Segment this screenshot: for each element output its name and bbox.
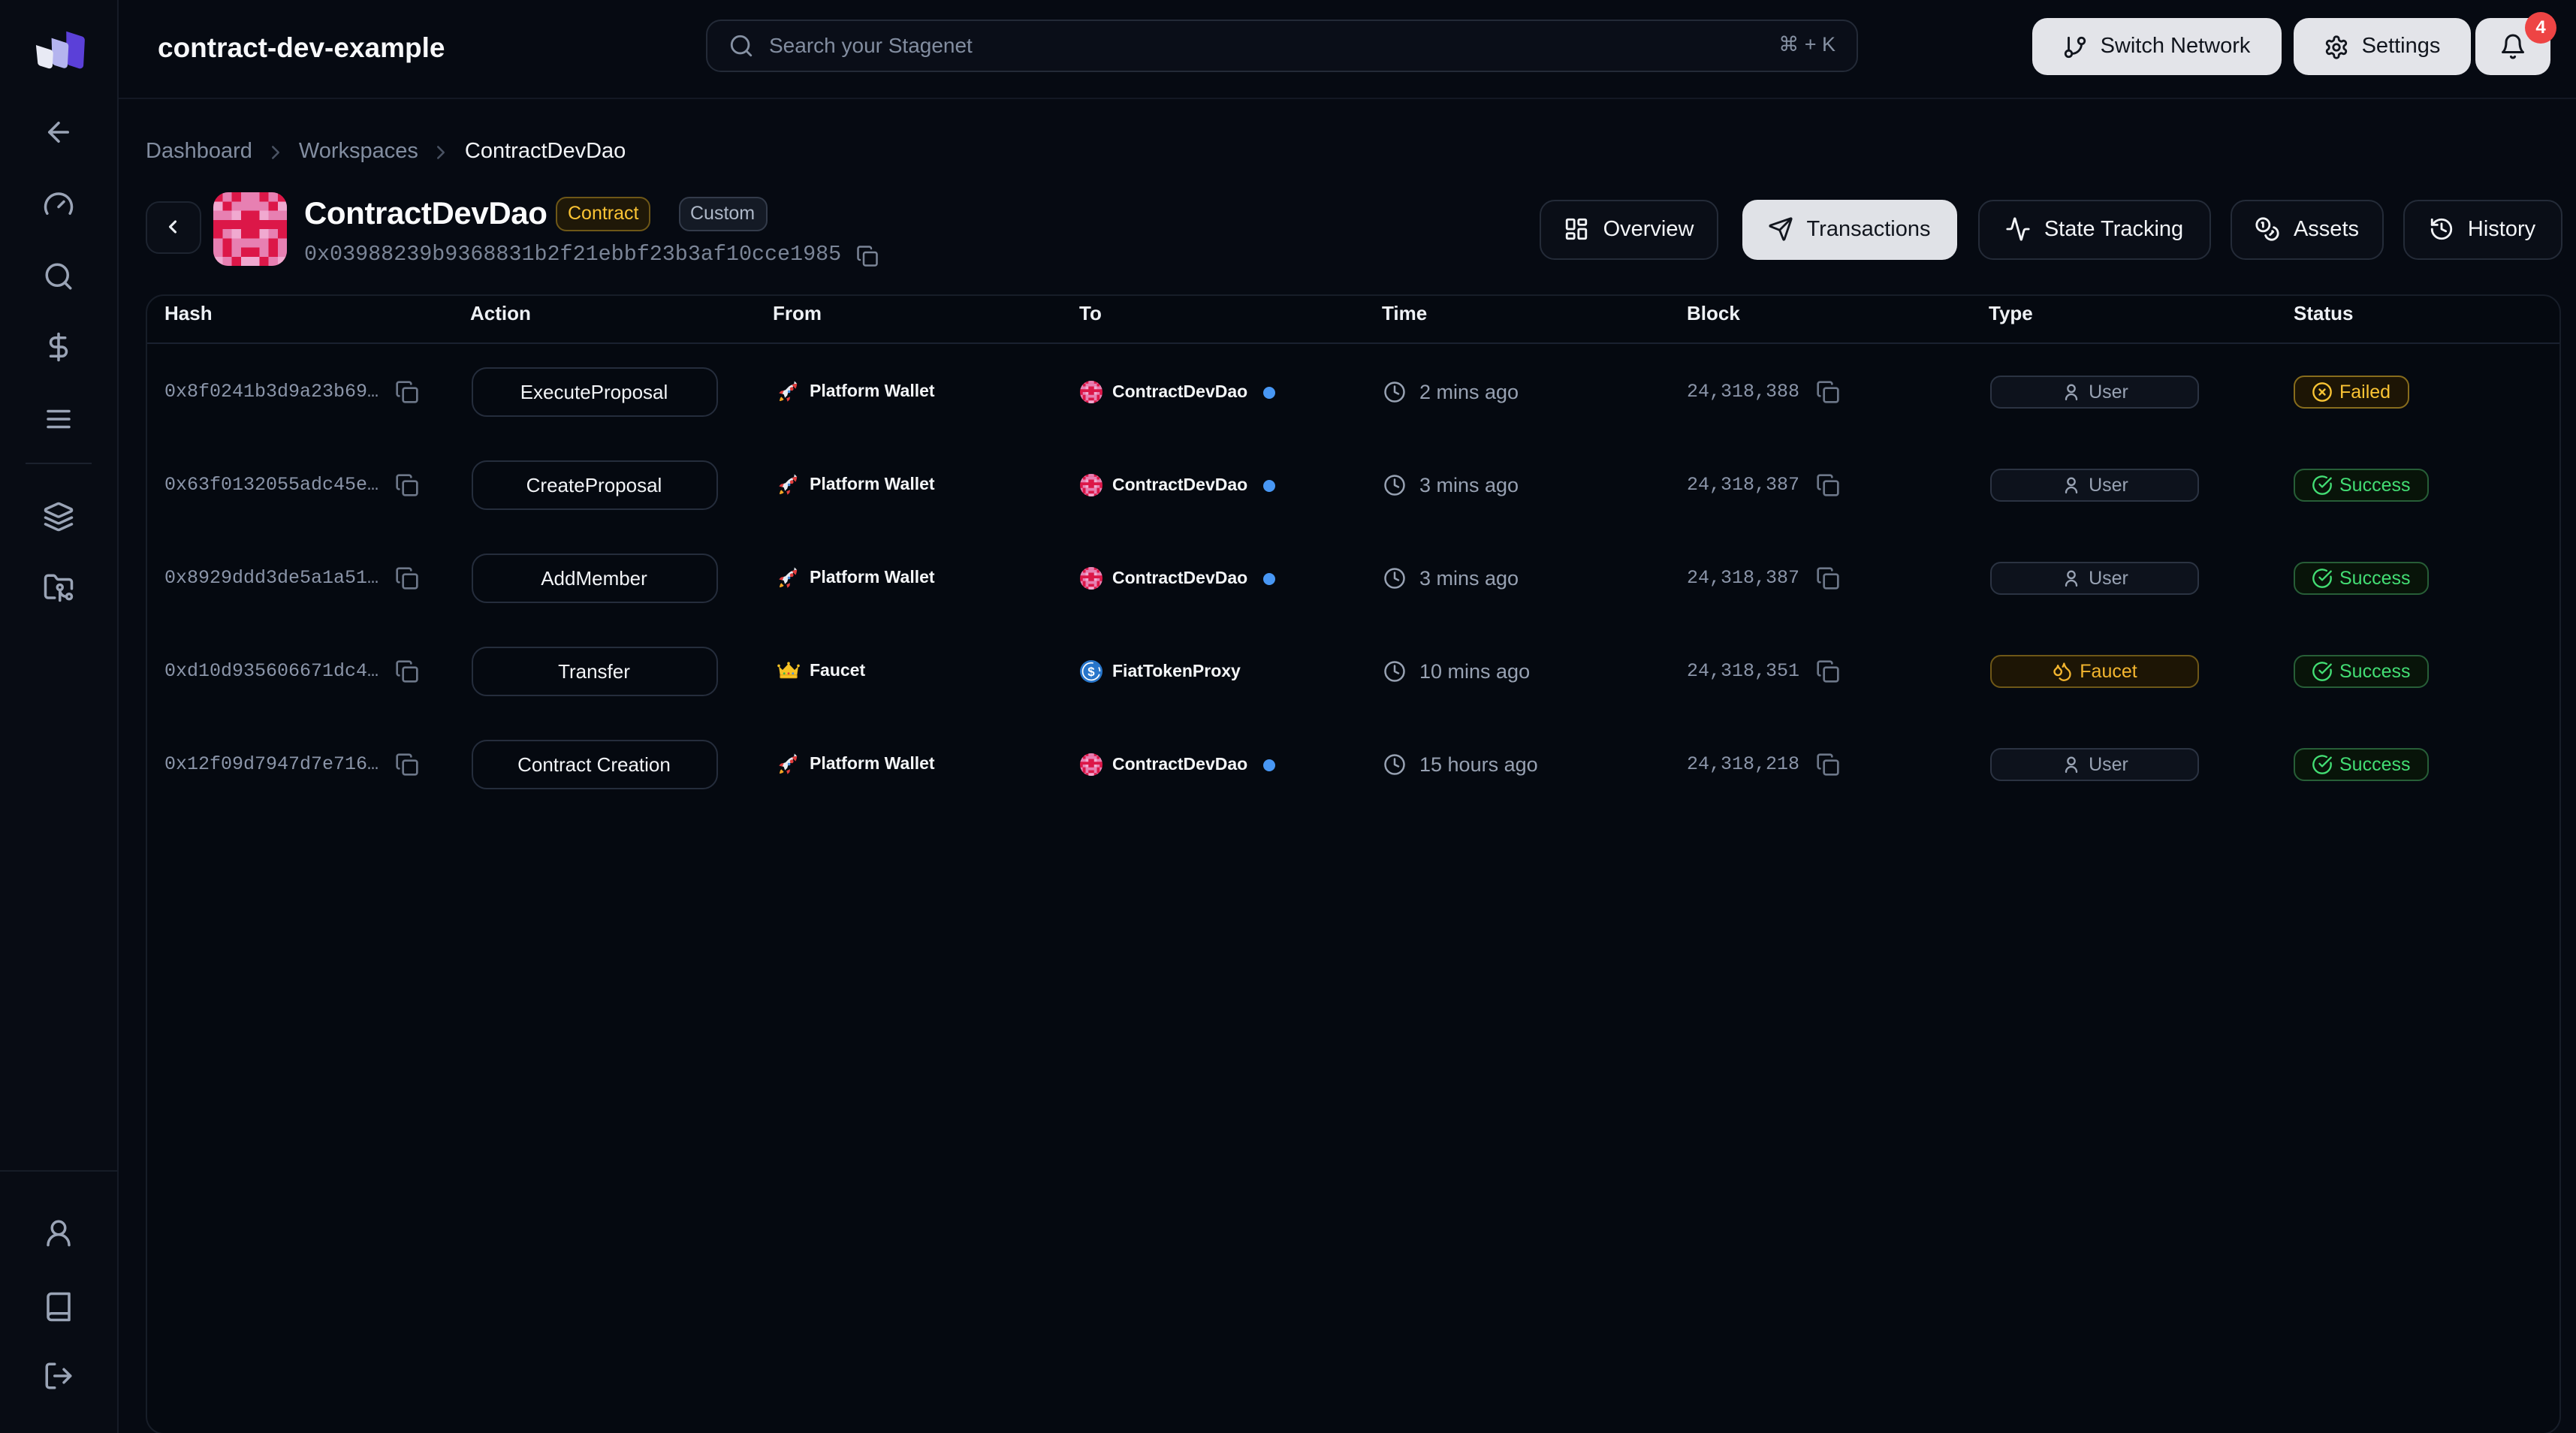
- svg-text:$: $: [1087, 665, 1094, 679]
